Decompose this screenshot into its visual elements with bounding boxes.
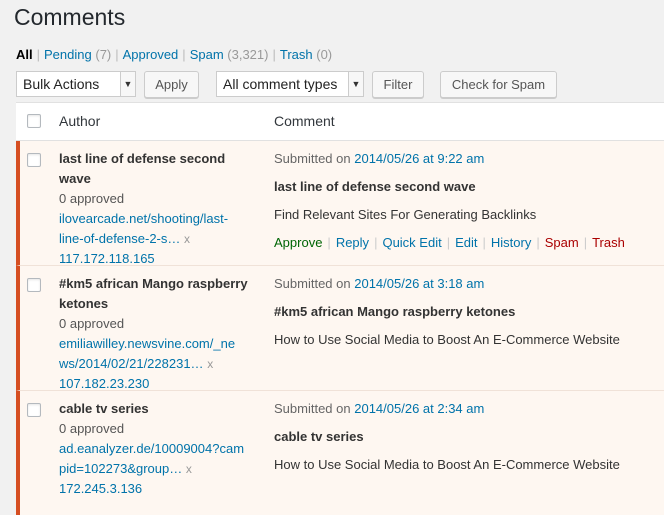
comment-title: cable tv series [274,429,364,444]
status-filter-links: All | Pending (7) | Approved | Spam (3,321) | Tr… [16,47,332,62]
table-header: Author Comment [16,103,664,141]
bulk-actions-select[interactable]: Bulk Actions ▼ [16,71,136,97]
author-name-cont: ketones [59,296,109,311]
chevron-down-icon: ▼ [120,72,135,96]
comment-type-select[interactable]: All comment types ▼ [216,71,364,97]
comment-rows: last line of defense second wave 0 approve… [16,141,664,515]
action-spam[interactable]: Spam [545,235,579,250]
select-all-checkbox[interactable] [27,114,41,128]
author-url-cont[interactable]: pid=102273&group… [59,461,182,476]
comments-table: Author Comment last line of defense seco… [16,102,664,515]
comment-text: How to Use Social Media to Boost An E-Co… [274,457,620,472]
filter-count: (7) [95,47,112,62]
comment-content: Submitted on 2014/05/26 at 3:18 am #km5 a… [274,274,659,350]
comment-column-header: Comment [274,113,335,129]
author-url-line: line-of-defense-2-s… x [59,229,259,249]
author-url[interactable]: ilovearcade.net/shooting/last- [59,209,259,229]
comment-author: #km5 african Mango raspberry ketones 0 app… [59,274,259,394]
filter-link-trash[interactable]: Trash [280,47,313,62]
author-name: last line of defense second [59,151,226,166]
submitted-on: Submitted on 2014/05/26 at 3:18 am [274,274,659,294]
action-separator: | [446,235,451,250]
row-checkbox[interactable] [27,403,41,417]
submitted-date-link[interactable]: 2014/05/26 at 9:22 am [354,151,484,166]
comment-title: #km5 african Mango raspberry ketones [274,304,516,319]
bulk-actions-label: Bulk Actions [23,76,100,92]
action-separator: | [327,235,331,250]
action-trash[interactable]: Trash [592,235,625,250]
row-checkbox[interactable] [27,278,41,292]
remove-url-icon[interactable]: x [186,462,192,476]
apply-button[interactable]: Apply [144,71,199,98]
row-checkbox[interactable] [27,153,41,167]
page-title: Comments [14,4,126,30]
filter-link-approved[interactable]: Approved [123,47,179,62]
comment-type-label: All comment types [223,76,338,92]
remove-url-icon[interactable]: x [207,357,213,371]
filter-separator: | [115,47,119,62]
action-quick-edit[interactable]: Quick Edit [382,235,441,250]
approved-count: 0 approved [59,316,125,331]
submitted-on: Submitted on 2014/05/26 at 2:34 am [274,399,659,419]
filter-separator: | [182,47,186,62]
action-edit[interactable]: Edit [455,235,477,250]
filter-count: (3,321) [227,47,269,62]
submitted-date-link[interactable]: 2014/05/26 at 2:34 am [354,401,484,416]
action-approve[interactable]: Approve [274,235,322,250]
action-separator: | [482,235,486,250]
comment-author: last line of defense second wave 0 approve… [59,149,259,269]
filter-count: (0) [316,47,333,62]
approved-count: 0 approved [59,421,125,436]
action-separator: | [374,235,378,250]
comment-author: cable tv series 0 approved ad.eanalyzer.de… [59,399,259,499]
filter-link-spam[interactable]: Spam [190,47,224,62]
submitted-label: Submitted on [274,401,351,416]
author-column-header[interactable]: Author [59,113,100,129]
remove-url-icon[interactable]: x [184,232,190,246]
comment-text: Find Relevant Sites For Generating Backl… [274,207,537,222]
comments-page: Comments All | Pending (7) | Approved | Spam (… [0,0,664,515]
submitted-label: Submitted on [274,276,351,291]
comment-content: Submitted on 2014/05/26 at 2:34 am cable … [274,399,659,475]
comment-row: #km5 african Mango raspberry ketones 0 app… [16,266,664,391]
action-reply[interactable]: Reply [336,235,369,250]
submitted-on: Submitted on 2014/05/26 at 9:22 am [274,149,659,169]
comment-content: Submitted on 2014/05/26 at 9:22 am last l… [274,149,659,253]
author-url-line: ws/2014/02/21/228231… x [59,354,259,374]
author-url-cont[interactable]: ws/2014/02/21/228231… [59,356,204,371]
action-separator: | [583,235,588,250]
author-url-line: pid=102273&group… x [59,459,259,479]
filter-link-pending[interactable]: Pending [44,47,92,62]
author-url[interactable]: emiliawilley.newsvine.com/_ne [59,334,259,354]
filter-separator: | [36,47,41,62]
action-history[interactable]: History [491,235,531,250]
comment-text: How to Use Social Media to Boost An E-Co… [274,332,620,347]
approved-count: 0 approved [59,191,125,206]
chevron-down-icon: ▼ [348,72,363,96]
check-for-spam-button[interactable]: Check for Spam [440,71,557,98]
author-ip[interactable]: 172.245.3.136 [59,479,259,499]
filter-link-all[interactable]: All [16,47,33,62]
comment-title: last line of defense second wave [274,179,476,194]
comment-row: last line of defense second wave 0 approve… [16,141,664,266]
author-name-cont: wave [59,171,91,186]
submitted-date-link[interactable]: 2014/05/26 at 3:18 am [354,276,484,291]
author-url[interactable]: ad.eanalyzer.de/10009004?cam [59,439,259,459]
author-name: #km5 african Mango raspberry [59,276,248,291]
author-name: cable tv series [59,401,149,416]
author-url-cont[interactable]: line-of-defense-2-s… [59,231,180,246]
comment-row: cable tv series 0 approved ad.eanalyzer.de… [16,391,664,515]
action-separator: | [536,235,540,250]
filter-separator: | [272,47,276,62]
row-actions: Approve | Reply | Quick Edit | Edit | History | Sp… [274,233,659,253]
submitted-label: Submitted on [274,151,351,166]
filter-button[interactable]: Filter [372,71,424,98]
